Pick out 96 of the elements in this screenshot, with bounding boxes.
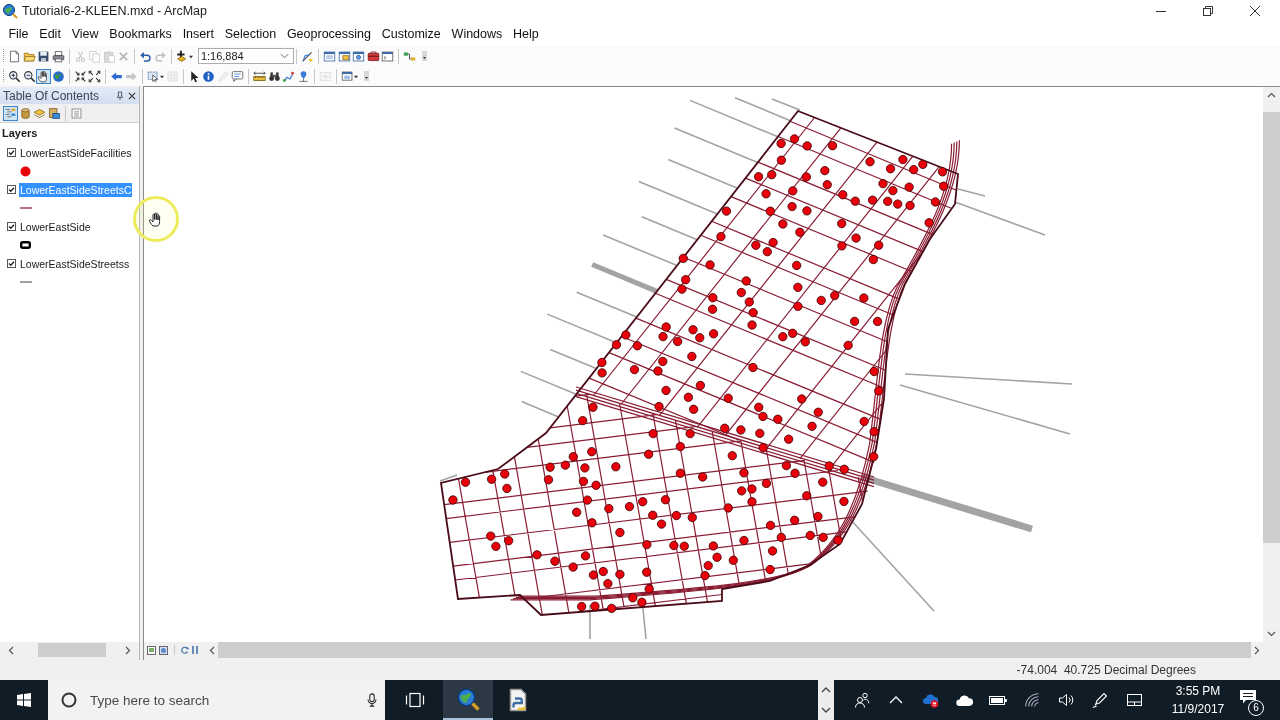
printer-icon[interactable] xyxy=(51,49,65,63)
undo-icon[interactable] xyxy=(139,49,152,63)
binoculars-icon[interactable] xyxy=(267,69,281,83)
layer-checkbox[interactable] xyxy=(7,185,16,194)
speaker-icon[interactable] xyxy=(1058,692,1074,708)
notification-icon[interactable] xyxy=(1239,689,1257,705)
pause-icon[interactable] xyxy=(192,646,198,654)
clock-time[interactable]: 3:55 PM xyxy=(1175,684,1221,698)
data-view-icon[interactable] xyxy=(159,645,168,655)
scale-dropdown[interactable]: 1:16,884 xyxy=(197,48,294,64)
layer-checkbox[interactable] xyxy=(7,222,16,231)
layout-view-icon[interactable] xyxy=(147,645,156,655)
chevron-up-icon[interactable] xyxy=(1267,92,1276,98)
selection-list-icon[interactable] xyxy=(47,106,61,120)
circle-icon xyxy=(61,692,77,708)
zoom-in-icon[interactable] xyxy=(8,69,21,83)
pin-icon[interactable] xyxy=(116,90,124,101)
layers-icon[interactable] xyxy=(33,106,46,120)
globe-icon[interactable] xyxy=(51,69,65,83)
table-window-icon[interactable] xyxy=(323,49,337,63)
battery-icon[interactable] xyxy=(989,695,1007,705)
people-icon[interactable] xyxy=(854,692,870,708)
menu-item[interactable]: File xyxy=(3,27,34,41)
map-pin-icon[interactable] xyxy=(296,69,310,83)
scrollbar-thumb[interactable] xyxy=(38,643,106,657)
data-frame-label[interactable]: Layers xyxy=(2,127,38,139)
chevron-up-icon[interactable] xyxy=(821,687,831,693)
cloud-error-icon[interactable] xyxy=(921,692,939,708)
toolbar-options-icon[interactable] xyxy=(364,71,370,81)
zoom-out-icon[interactable] xyxy=(22,69,36,83)
task-view-icon[interactable] xyxy=(405,692,425,708)
pen-icon[interactable] xyxy=(1092,692,1108,708)
info-icon[interactable] xyxy=(202,69,216,83)
new-document-icon[interactable] xyxy=(8,49,21,63)
chevron-down-icon[interactable] xyxy=(821,707,831,713)
chevron-down-icon[interactable] xyxy=(1267,631,1276,637)
microphone-icon[interactable] xyxy=(365,692,379,708)
list-order-icon[interactable] xyxy=(4,106,17,120)
chevron-left-icon[interactable] xyxy=(8,645,14,655)
arrows-inward-icon[interactable] xyxy=(73,69,87,83)
add-data-icon[interactable] xyxy=(175,49,194,63)
menu-item[interactable]: Geoprocessing xyxy=(281,27,377,41)
touchpad-icon[interactable] xyxy=(1126,694,1142,706)
select-features-icon[interactable] xyxy=(146,69,165,83)
sketch-tool-icon[interactable] xyxy=(301,49,315,63)
hand-icon[interactable] xyxy=(37,69,50,83)
coordinates-readout: -74.004 40.725 Decimal Degrees xyxy=(1016,663,1196,677)
close-icon[interactable] xyxy=(128,91,136,100)
globe-magnifier-icon xyxy=(2,3,18,19)
menu-item[interactable]: Bookmarks xyxy=(103,27,178,41)
save-icon[interactable] xyxy=(37,49,50,63)
toolbar-grip-icon[interactable] xyxy=(2,69,5,83)
search-field[interactable]: Type here to search xyxy=(48,680,385,720)
toolbar-options-icon[interactable] xyxy=(421,51,427,61)
menu-item[interactable]: Edit xyxy=(33,27,67,41)
layer-checkbox[interactable] xyxy=(7,148,16,157)
search-window-icon[interactable] xyxy=(352,49,366,63)
notification-badge: 6 xyxy=(1248,700,1264,716)
menu-item[interactable]: View xyxy=(66,27,104,41)
restore-icon[interactable] xyxy=(1203,6,1213,16)
caret-icon xyxy=(279,53,289,59)
clock-date[interactable]: 11/9/2017 xyxy=(1171,702,1225,716)
close-icon[interactable] xyxy=(1250,6,1260,16)
arrows-outward-icon[interactable] xyxy=(88,69,101,83)
database-icon[interactable] xyxy=(18,106,32,120)
chevron-left-icon[interactable] xyxy=(209,645,215,655)
windows-logo-icon[interactable] xyxy=(16,692,32,708)
model-diagram-icon[interactable] xyxy=(403,49,417,63)
ruler-icon[interactable] xyxy=(253,69,267,83)
toolbar-grip-icon[interactable] xyxy=(2,49,5,63)
refresh-icon[interactable] xyxy=(181,646,189,654)
menu-item[interactable]: Windows xyxy=(446,27,508,41)
panel-title: Table Of Contents xyxy=(3,88,100,103)
menu-item[interactable]: Selection xyxy=(219,27,282,41)
catalog-window-icon[interactable] xyxy=(337,49,351,63)
cloud-icon[interactable] xyxy=(955,694,973,706)
console-window-icon[interactable] xyxy=(381,49,395,63)
window-title: Tutorial6-2-KLEEN.mxd - ArcMap xyxy=(22,4,207,18)
scrollbar-thumb[interactable] xyxy=(218,642,1251,658)
layer-name[interactable]: LowerEastSide xyxy=(19,219,92,234)
taskbar-app-button[interactable] xyxy=(443,680,493,720)
globe-magnifier-icon xyxy=(456,687,480,711)
chevron-right-icon[interactable] xyxy=(1254,645,1260,655)
layer-name[interactable]: LowerEastSideStreetss xyxy=(19,256,131,271)
viewer-window-icon[interactable] xyxy=(340,69,359,83)
scrollbar-thumb[interactable] xyxy=(1263,112,1280,543)
chevron-right-icon[interactable] xyxy=(125,645,131,655)
wifi-icon[interactable] xyxy=(1025,693,1039,707)
menu-item[interactable]: Help xyxy=(507,27,545,41)
menu-item[interactable]: Insert xyxy=(177,27,220,41)
menu-item[interactable]: Customize xyxy=(376,27,447,41)
layer-checkbox[interactable] xyxy=(7,259,16,268)
route-icon[interactable] xyxy=(282,69,296,83)
layer-name[interactable]: LowerEastSideFacilities xyxy=(19,145,133,160)
popup-icon[interactable] xyxy=(231,69,245,83)
toolbox-icon[interactable] xyxy=(366,49,380,63)
